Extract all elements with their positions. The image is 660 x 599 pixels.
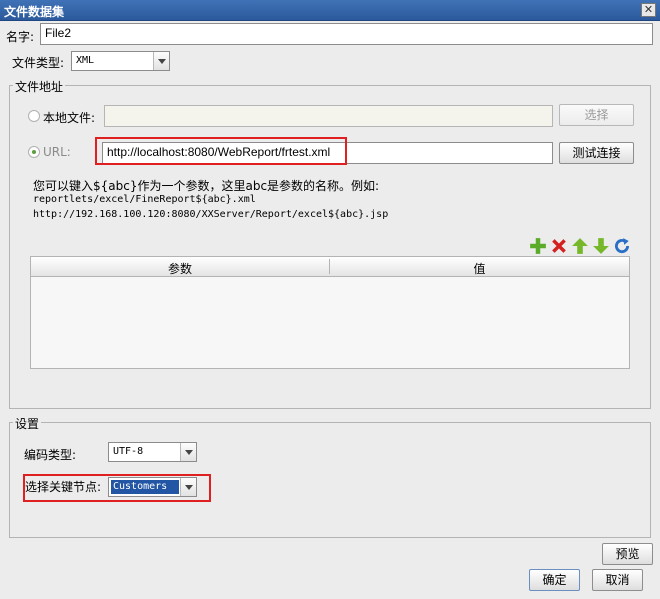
- column-header-value[interactable]: 值: [330, 260, 629, 277]
- file-type-select[interactable]: XML: [71, 51, 170, 71]
- file-type-value: XML: [76, 55, 95, 66]
- add-icon[interactable]: [529, 237, 547, 255]
- hint-example-2: http://192.168.100.120:8080/XXServer/Rep…: [33, 209, 389, 220]
- close-button[interactable]: ✕: [641, 3, 656, 17]
- name-label: 名字:: [6, 30, 35, 44]
- url-label: URL:: [43, 145, 71, 159]
- ok-button[interactable]: 确定: [529, 569, 580, 591]
- title-bar: 文件数据集 ✕: [0, 0, 660, 21]
- move-down-icon[interactable]: [592, 237, 610, 255]
- local-file-radio[interactable]: [28, 110, 40, 122]
- chevron-down-icon[interactable]: [180, 443, 196, 461]
- url-highlight-box: [95, 137, 347, 165]
- window-title: 文件数据集: [4, 5, 65, 19]
- local-file-label: 本地文件:: [43, 111, 96, 125]
- file-address-legend: 文件地址: [13, 78, 66, 95]
- move-up-icon[interactable]: [571, 237, 589, 255]
- delete-icon[interactable]: [550, 237, 568, 255]
- cancel-button[interactable]: 取消: [592, 569, 643, 591]
- name-input[interactable]: File2: [40, 23, 653, 45]
- file-type-label: 文件类型:: [12, 56, 65, 70]
- key-node-highlight-box: [23, 474, 211, 502]
- hint-example-1: reportlets/excel/FineReport${abc}.xml: [33, 194, 256, 205]
- choose-button[interactable]: 选择: [559, 104, 634, 126]
- preview-button[interactable]: 预览: [602, 543, 653, 565]
- encoding-label: 编码类型:: [24, 448, 77, 462]
- encoding-value: UTF-8: [113, 446, 144, 457]
- refresh-icon[interactable]: [613, 237, 631, 255]
- hint-text: 您可以键入${abc}作为一个参数，这里abc是参数的名称。例如:: [33, 179, 380, 193]
- table-header: 参数 值: [31, 257, 629, 277]
- column-header-param[interactable]: 参数: [31, 260, 329, 277]
- encoding-select[interactable]: UTF-8: [108, 442, 197, 462]
- chevron-down-icon[interactable]: [153, 52, 169, 70]
- test-connection-button[interactable]: 测试连接: [559, 142, 634, 164]
- close-icon: ✕: [643, 3, 654, 16]
- local-file-input[interactable]: [104, 105, 553, 127]
- settings-legend: 设置: [13, 415, 42, 432]
- param-table[interactable]: 参数 值: [30, 256, 630, 369]
- url-radio[interactable]: [28, 146, 40, 158]
